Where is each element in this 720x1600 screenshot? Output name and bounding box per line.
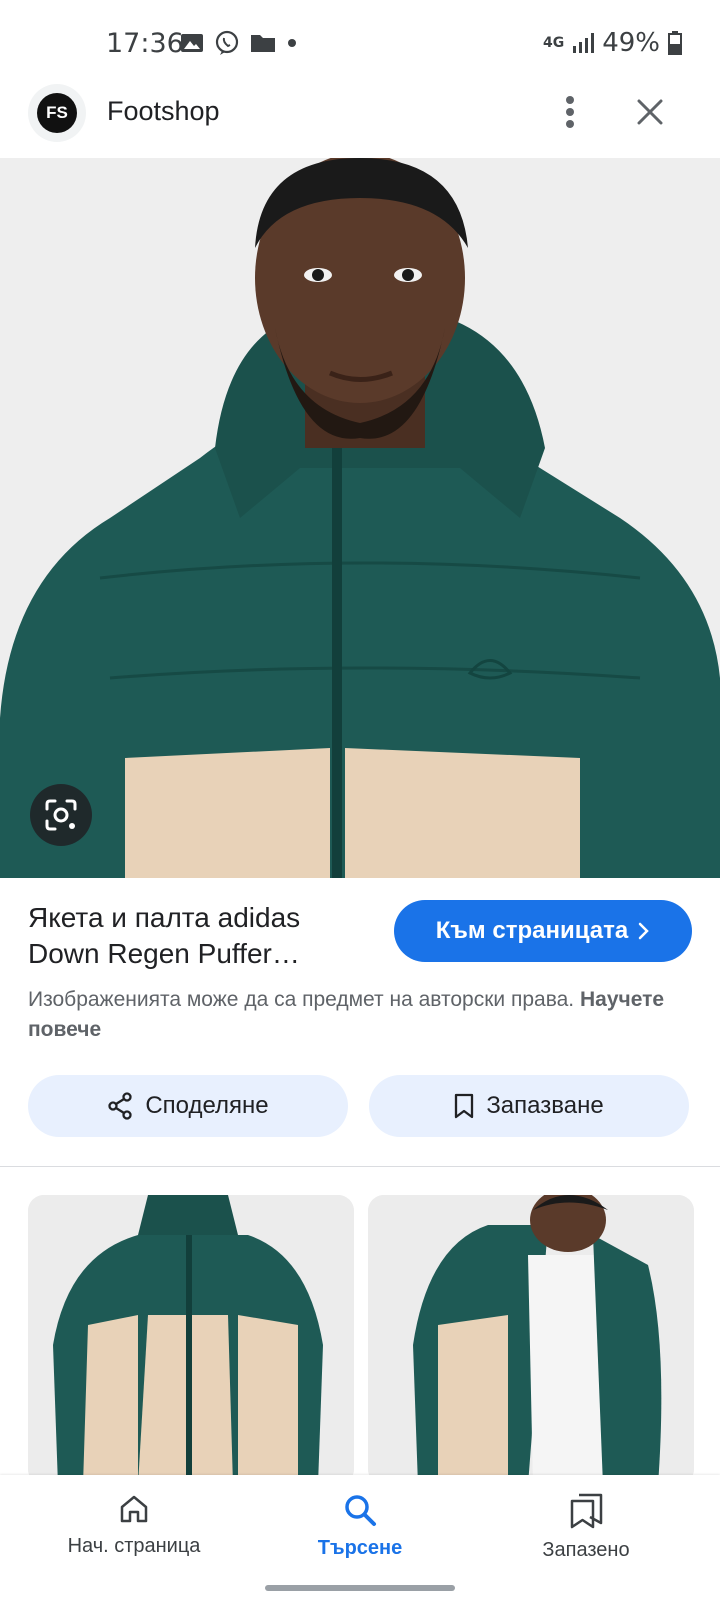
site-name[interactable]: Footshop: [107, 96, 220, 127]
nav-saved[interactable]: Запазено: [486, 1493, 686, 1562]
status-bar: 17:36 4G 49%: [0, 0, 720, 88]
google-lens-button[interactable]: [30, 784, 92, 846]
gesture-navigation-bar[interactable]: [265, 1585, 455, 1591]
save-label: Запазване: [486, 1092, 604, 1119]
more-options-button[interactable]: [548, 90, 592, 134]
status-time: 17:36: [106, 28, 184, 59]
source-header: FS Footshop: [0, 84, 720, 156]
battery-icon: [668, 31, 682, 55]
bookmark-icon: [455, 1093, 474, 1119]
share-label: Споделяне: [145, 1092, 269, 1119]
network-type: 4G: [542, 35, 565, 51]
viber-icon: [215, 30, 239, 55]
battery-level: 49%: [602, 28, 660, 58]
visit-page-label: Към страницата: [435, 917, 629, 944]
site-logo: FS: [28, 84, 86, 142]
product-title[interactable]: Якета и палта adidas Down Regen Puffer…: [28, 900, 368, 972]
nav-search[interactable]: Търсене: [260, 1493, 460, 1560]
site-logo-text: FS: [37, 93, 77, 133]
folder-icon: [251, 35, 275, 52]
bottom-navigation: Нач. страница Търсене Запазено: [0, 1475, 720, 1600]
nav-saved-label: Запазено: [542, 1539, 630, 1561]
related-image-1[interactable]: [28, 1195, 354, 1485]
image-icon: [181, 34, 203, 52]
collections-icon: [570, 1493, 603, 1529]
signal-icon: [573, 33, 595, 53]
home-icon: [120, 1495, 148, 1523]
section-divider: [0, 1166, 720, 1167]
save-button[interactable]: Запазване: [369, 1075, 689, 1137]
dot-icon: [288, 39, 296, 47]
search-icon: [345, 1495, 376, 1526]
close-icon: [637, 99, 663, 125]
nav-home[interactable]: Нач. страница: [34, 1493, 234, 1558]
nav-home-label: Нач. страница: [67, 1535, 201, 1557]
main-product-image[interactable]: [0, 158, 720, 878]
more-vert-icon: [566, 96, 574, 128]
status-notification-icons: [180, 30, 298, 56]
visit-page-button[interactable]: Към страницата: [394, 900, 692, 962]
chevron-right-icon: [638, 922, 649, 940]
share-icon: [108, 1092, 132, 1120]
product-title-line1: Якета и палта adidas: [28, 902, 301, 933]
copyright-text: Изображенията може да са предмет на авто…: [28, 988, 575, 1011]
jacket-thumbnail-1: [28, 1195, 354, 1485]
copyright-notice: Изображенията може да са предмет на авто…: [28, 985, 698, 1045]
lens-icon: [45, 799, 77, 831]
status-system-icons: 4G 49%: [543, 28, 682, 58]
product-title-line2: Down Regen Puffer…: [28, 938, 300, 969]
nav-search-label: Търсене: [317, 1537, 403, 1559]
related-image-2[interactable]: [368, 1195, 694, 1485]
share-button[interactable]: Споделяне: [28, 1075, 348, 1137]
close-button[interactable]: [628, 90, 672, 134]
jacket-photo: [0, 158, 720, 878]
google-image-viewer: 17:36 4G 49% FS Footshop Якета и палта a…: [0, 0, 720, 1600]
jacket-thumbnail-2: [368, 1195, 694, 1485]
